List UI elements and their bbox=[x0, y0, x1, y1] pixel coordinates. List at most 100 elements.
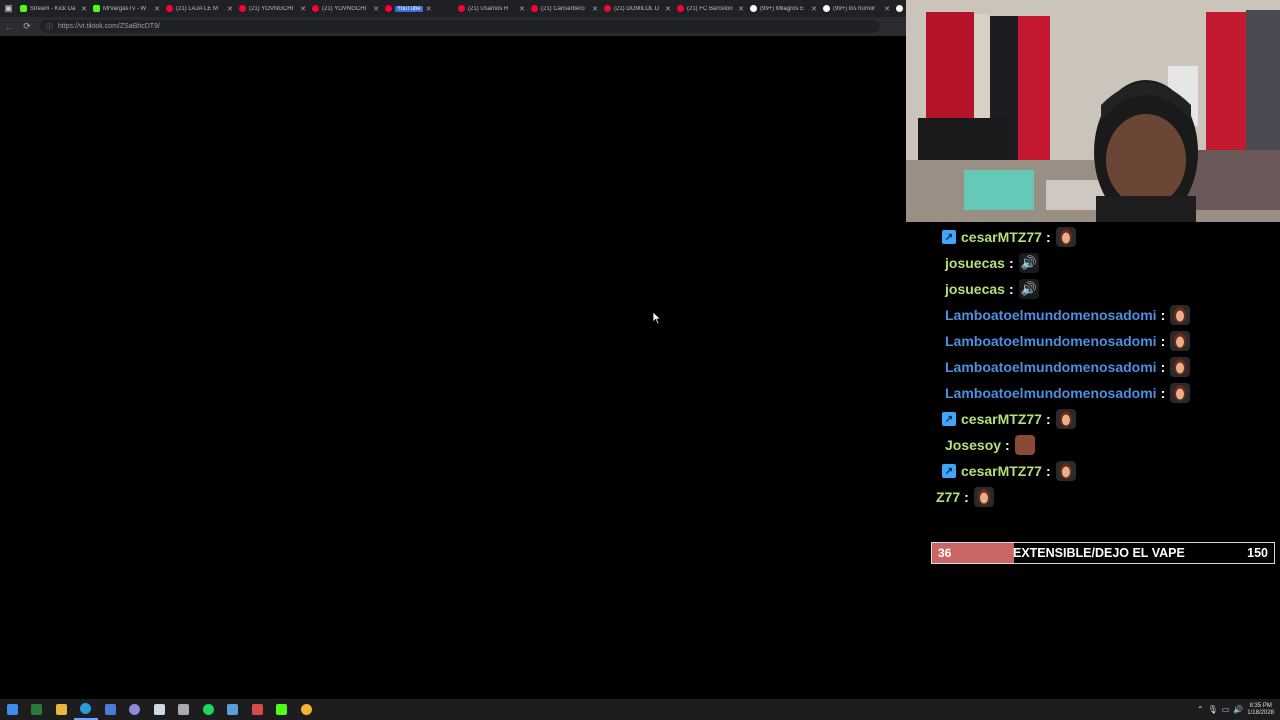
youtube-icon bbox=[604, 5, 611, 12]
chat-separator: : bbox=[1045, 411, 1051, 427]
spotify-taskbar-button[interactable] bbox=[196, 699, 221, 720]
close-tab-icon[interactable]: ✕ bbox=[426, 5, 432, 13]
kick-icon bbox=[93, 5, 100, 12]
chrome-taskbar-button[interactable] bbox=[294, 699, 319, 720]
tab-title: (21) Usamos R bbox=[468, 5, 509, 12]
tab-list: Stream - Kick Da ✕ MrVargasTv - W ✕ (21) LAJ… bbox=[17, 0, 906, 17]
microphone-icon[interactable]: 🎙 bbox=[1208, 705, 1218, 714]
notepad-icon bbox=[227, 704, 239, 715]
file-explorer-taskbar-button[interactable] bbox=[49, 699, 74, 720]
chat-message: Lamboatoelmundomenosadomi: bbox=[930, 302, 1191, 328]
reload-stop-icon[interactable]: ⟳ bbox=[18, 21, 36, 32]
close-tab-icon[interactable]: ✕ bbox=[738, 5, 744, 13]
speaker-emote-icon: 🔊 bbox=[1018, 253, 1039, 273]
chat-username[interactable]: Z77 bbox=[936, 489, 960, 505]
chat-username[interactable]: cesarMTZ77 bbox=[961, 463, 1042, 479]
chevron-up-icon[interactable]: ⌃ bbox=[1197, 705, 1204, 714]
windows-start-taskbar-button[interactable] bbox=[0, 699, 25, 720]
page-viewport[interactable] bbox=[0, 36, 906, 699]
obs-taskbar-button[interactable] bbox=[123, 699, 148, 720]
tab-title: (21) YOVNGCHI bbox=[249, 5, 294, 12]
chat-message: Lamboatoelmundomenosadomi: bbox=[930, 380, 1191, 406]
vip-badge-icon: ↗ bbox=[942, 230, 956, 244]
browser-tab[interactable]: (21) DOMILOL D ✕ bbox=[601, 0, 674, 17]
speaker-emote-icon: 🔊 bbox=[1018, 279, 1039, 299]
chat-username[interactable]: Lamboatoelmundomenosadomi bbox=[945, 307, 1157, 323]
chrome-icon bbox=[300, 704, 312, 715]
browser-tab[interactable]: (99+)✕ bbox=[893, 0, 906, 17]
chat-username[interactable]: cesarMTZ77 bbox=[961, 411, 1042, 427]
browser-tab[interactable]: (21) Usamos R ✕ bbox=[455, 0, 528, 17]
network-icon[interactable]: ▭ bbox=[1222, 705, 1230, 714]
paint-icon bbox=[178, 704, 190, 715]
tiktok-icon bbox=[896, 5, 903, 12]
tab-title: (21) Canserbero bbox=[541, 5, 585, 12]
browser-menu-icon[interactable]: ▣ bbox=[0, 0, 17, 17]
back-arrow-icon[interactable]: ← bbox=[0, 22, 18, 32]
chat-separator: : bbox=[964, 489, 969, 505]
url-field[interactable]: ⓘ https://vt.tiktok.com/ZSaBhcDT9/ bbox=[40, 20, 880, 33]
kick-taskbar-button[interactable] bbox=[270, 699, 295, 720]
chat-username[interactable]: Josesoy bbox=[945, 437, 1001, 453]
terminal-taskbar-button[interactable] bbox=[25, 699, 50, 720]
close-tab-icon[interactable]: ✕ bbox=[300, 5, 306, 13]
face-emote-icon bbox=[1170, 383, 1191, 403]
tab-title: (21) LAJA LE M bbox=[176, 5, 219, 12]
face-emote-icon bbox=[1055, 409, 1076, 429]
chat-username[interactable]: Lamboatoelmundomenosadomi bbox=[945, 385, 1157, 401]
chat-username[interactable]: Lamboatoelmundomenosadomi bbox=[945, 333, 1157, 349]
close-tab-icon[interactable]: ✕ bbox=[811, 5, 817, 13]
browser-tab[interactable]: MrVargasTv - W ✕ bbox=[90, 0, 163, 17]
notepad-taskbar-button[interactable] bbox=[221, 699, 246, 720]
volume-icon[interactable]: 🔊 bbox=[1233, 705, 1243, 714]
chat-message: ↗ cesarMTZ77: bbox=[930, 406, 1076, 432]
clock[interactable]: 8:35 PM 1/18/2028 bbox=[1247, 703, 1274, 717]
chat-message: Lamboatoelmundomenosadomi: bbox=[930, 328, 1191, 354]
edge-browser-taskbar-button[interactable] bbox=[73, 699, 98, 720]
tab-title: MrVargasTv - W bbox=[103, 5, 147, 12]
site-info-icon[interactable]: ⓘ bbox=[46, 22, 53, 32]
close-tab-icon[interactable]: ✕ bbox=[884, 5, 890, 13]
close-tab-icon[interactable]: ✕ bbox=[81, 5, 87, 13]
chat-separator: : bbox=[1160, 307, 1166, 323]
steam-taskbar-button[interactable] bbox=[147, 699, 172, 720]
chat-username[interactable]: josuecas bbox=[945, 255, 1005, 271]
browser-tab[interactable]: (21) LAJA LE M ✕ bbox=[163, 0, 236, 17]
windows-start-icon bbox=[6, 704, 18, 715]
chat-username[interactable]: Lamboatoelmundomenosadomi bbox=[945, 359, 1157, 375]
close-tab-icon[interactable]: ✕ bbox=[373, 5, 379, 13]
browser-tab[interactable]: (99+) Milagros E ✕ bbox=[747, 0, 820, 17]
browser-tab[interactable]: (99+) los humor ✕ bbox=[820, 0, 893, 17]
face-emote-icon bbox=[1170, 305, 1191, 325]
vip-badge-icon: ↗ bbox=[942, 412, 956, 426]
browser-tab[interactable]: (21) YOVNGCHI ✕ bbox=[236, 0, 309, 17]
close-tab-icon[interactable]: ✕ bbox=[154, 5, 160, 13]
chat-username[interactable]: cesarMTZ77 bbox=[961, 229, 1042, 245]
close-tab-icon[interactable]: ✕ bbox=[592, 5, 598, 13]
taskbar: ⌃ 🎙 ▭ 🔊 8:35 PM 1/18/2028 bbox=[0, 699, 1280, 720]
face-emote-icon bbox=[1055, 227, 1076, 247]
youtube-icon bbox=[458, 5, 465, 12]
tiktok-icon bbox=[750, 5, 757, 12]
chrome-alt-taskbar-button[interactable] bbox=[245, 699, 270, 720]
store-taskbar-button[interactable] bbox=[98, 699, 123, 720]
spotify-icon bbox=[202, 704, 214, 715]
close-tab-icon[interactable]: ✕ bbox=[665, 5, 671, 13]
paint-taskbar-button[interactable] bbox=[172, 699, 197, 720]
chat-username[interactable]: josuecas bbox=[945, 281, 1005, 297]
tab-title: (21) YOVNGCHI bbox=[322, 5, 367, 12]
chat-separator: : bbox=[1160, 385, 1166, 401]
browser-tab[interactable]: YouTube ✕ bbox=[382, 0, 455, 17]
youtube-icon bbox=[531, 5, 538, 12]
close-tab-icon[interactable]: ✕ bbox=[227, 5, 233, 13]
browser-tab[interactable]: (21) YOVNGCHI ✕ bbox=[309, 0, 382, 17]
chat-message: josuecas: 🔊 bbox=[930, 276, 1039, 302]
close-tab-icon[interactable]: ✕ bbox=[519, 5, 525, 13]
browser-tab[interactable]: Stream - Kick Da ✕ bbox=[17, 0, 90, 17]
chrome-alt-icon bbox=[251, 704, 263, 715]
browser-tab[interactable]: (21) FC Barcelon ✕ bbox=[674, 0, 747, 17]
browser-tab[interactable]: (21) Canserbero ✕ bbox=[528, 0, 601, 17]
clock-date: 1/18/2028 bbox=[1247, 709, 1274, 716]
tab-title: (99+) los humor bbox=[833, 5, 876, 12]
tab-title: (99+) Milagros E bbox=[760, 5, 805, 12]
